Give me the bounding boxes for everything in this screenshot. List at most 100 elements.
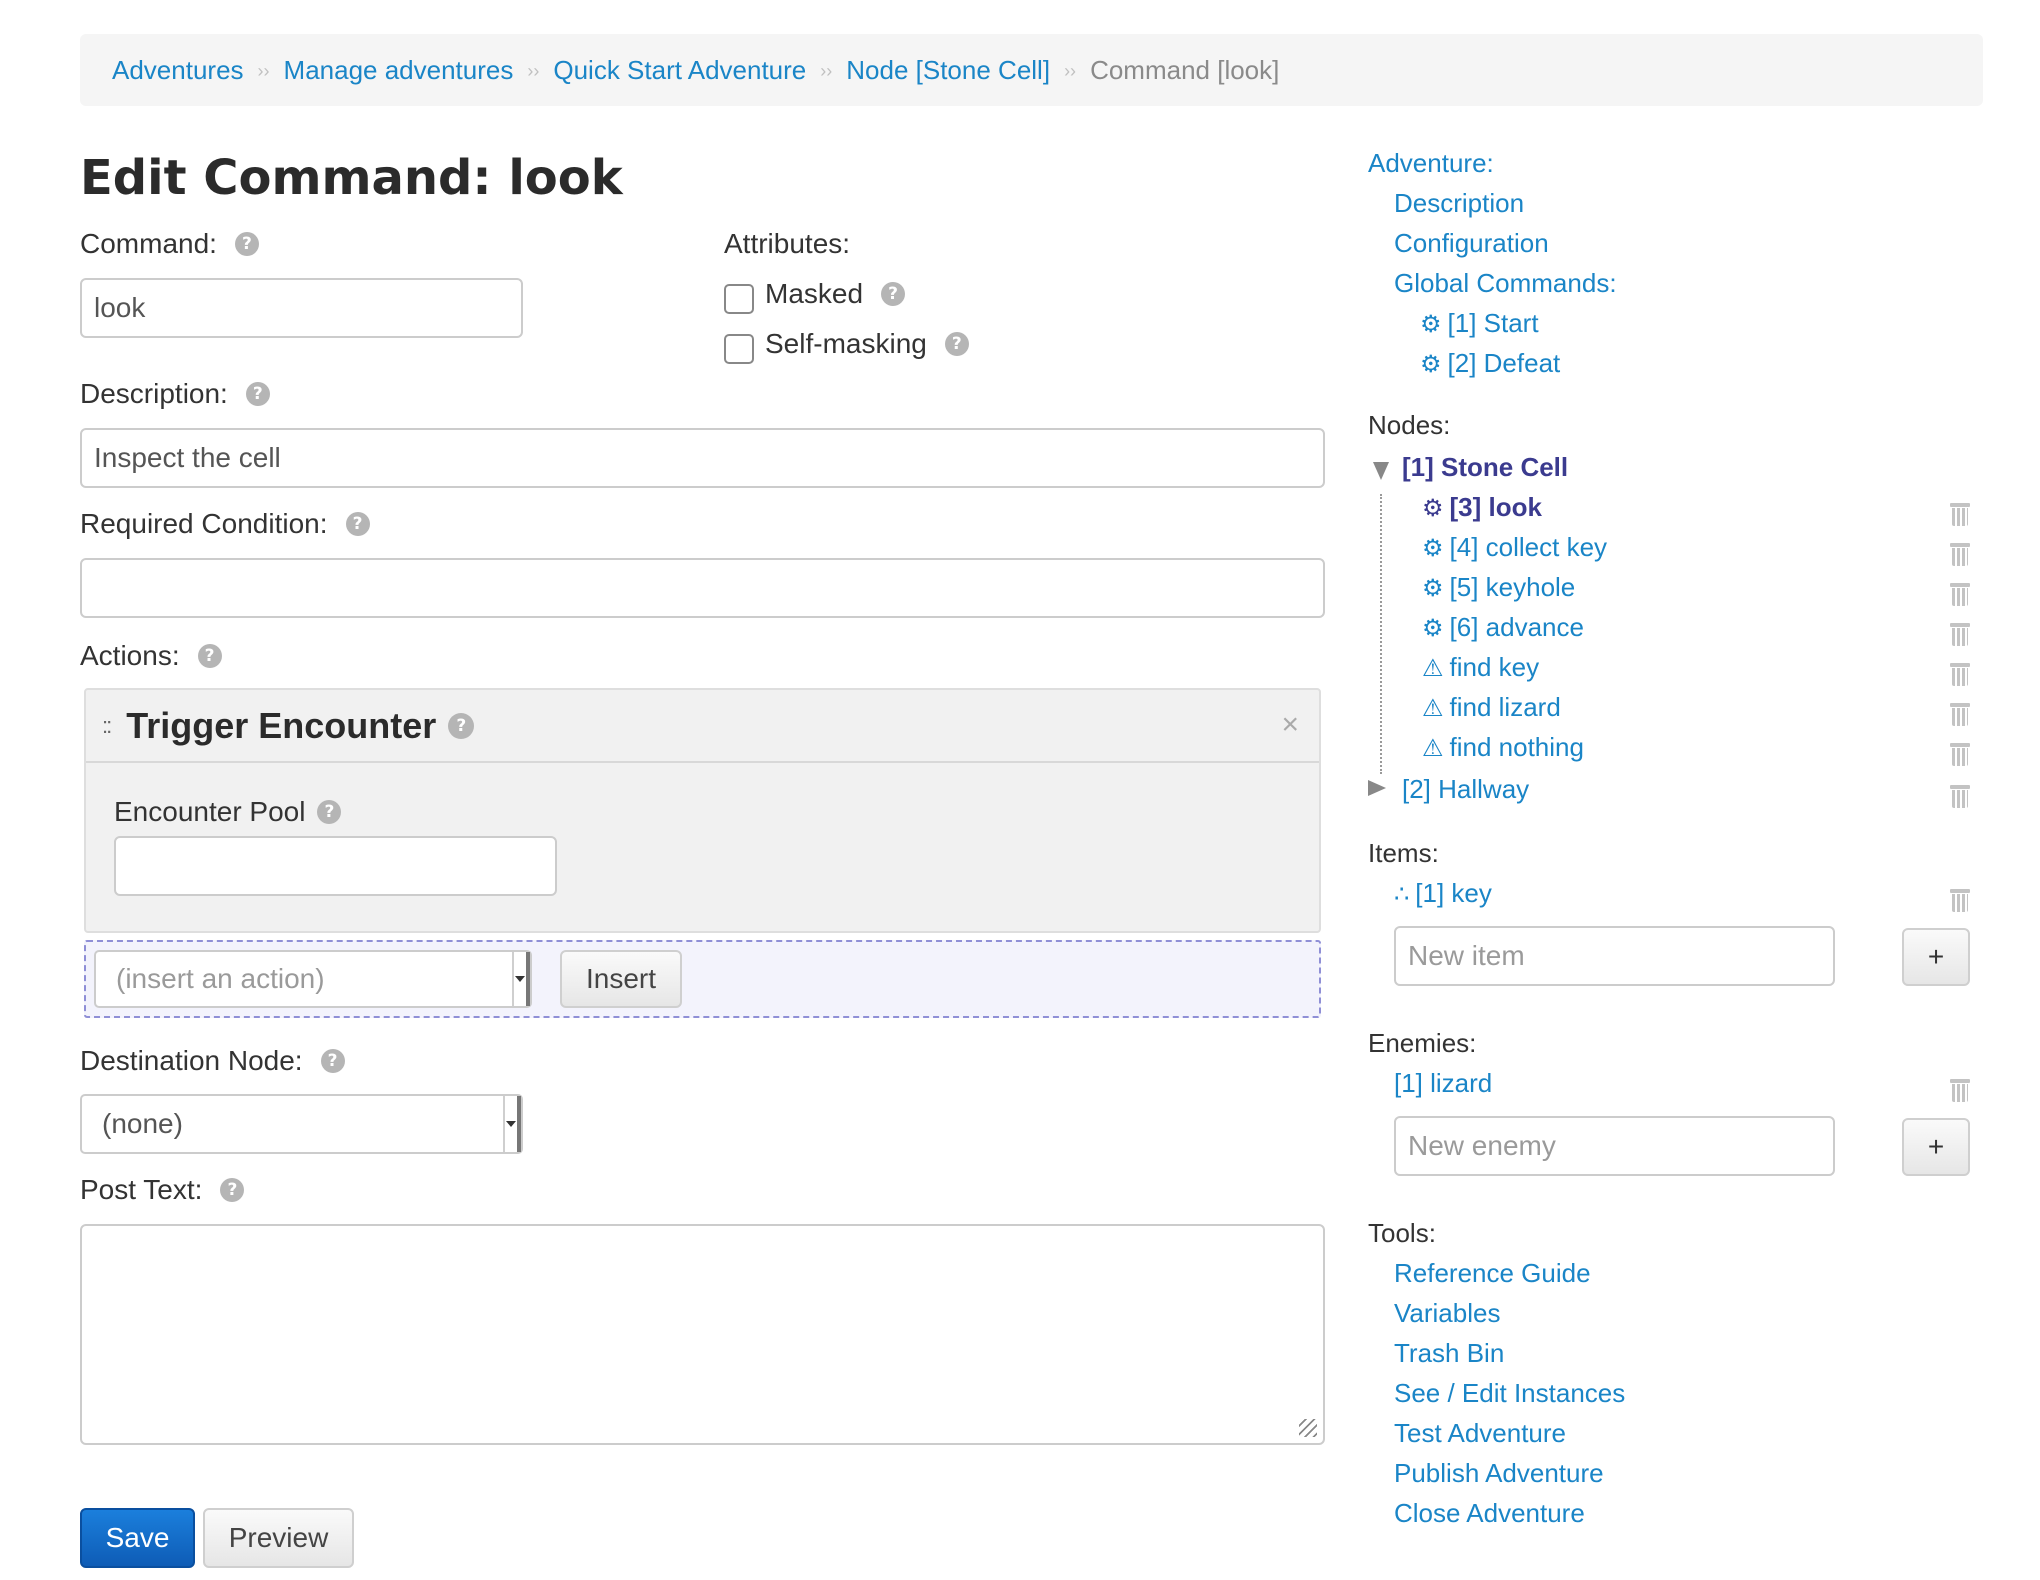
action-title: Trigger Encounter — [126, 704, 437, 746]
sidebar-warning-find-nothing[interactable]: ⚠ find nothing — [1422, 732, 1584, 763]
insert-action-select[interactable]: (insert an action) — [94, 950, 532, 1008]
trash-icon[interactable] — [1950, 540, 1970, 566]
save-button[interactable]: Save — [80, 1508, 195, 1568]
breadcrumb-manage-adventures[interactable]: Manage adventures — [284, 55, 514, 86]
breadcrumb-node[interactable]: Node [Stone Cell] — [846, 55, 1050, 86]
add-enemy-button[interactable]: + — [1902, 1118, 1970, 1176]
actions-label: Actions: ? — [80, 640, 222, 672]
sidebar-nodes-heading: Nodes: — [1368, 410, 1451, 440]
description-input[interactable]: Inspect the cell — [80, 428, 1325, 488]
trash-icon[interactable] — [1950, 886, 1970, 912]
new-enemy-input[interactable]: New enemy — [1394, 1116, 1835, 1176]
sidebar-enemies-heading: Enemies: — [1368, 1028, 1477, 1058]
page-title: Edit Command: look — [80, 150, 623, 206]
gear-icon: ⚙ — [1420, 311, 1442, 338]
gear-icon: ⚙ — [1422, 535, 1444, 562]
destination-node-select[interactable]: (none) — [80, 1094, 523, 1154]
drag-handle-icon[interactable]: :: — [102, 713, 112, 739]
breadcrumb-separator: ›› — [257, 60, 270, 81]
help-icon[interactable]: ? — [881, 282, 906, 306]
item-icon: ∴ — [1394, 881, 1410, 908]
masked-label: Masked ? — [765, 278, 906, 310]
sidebar-command-advance[interactable]: ⚙ [6] advance — [1422, 612, 1584, 643]
trash-icon[interactable] — [1950, 740, 1970, 766]
command-label: Command: ? — [80, 228, 259, 260]
required-condition-input[interactable] — [80, 558, 1325, 618]
chevron-down-icon — [503, 1096, 521, 1152]
sidebar-command-look[interactable]: ⚙ [3] look — [1422, 492, 1542, 523]
sidebar-node-hallway[interactable]: [2] Hallway — [1402, 774, 1529, 805]
sidebar-item-key[interactable]: ∴ [1] key — [1394, 878, 1492, 909]
new-item-input[interactable]: New item — [1394, 926, 1835, 986]
help-icon[interactable]: ? — [220, 1178, 245, 1202]
trash-icon[interactable] — [1950, 1076, 1970, 1102]
preview-button[interactable]: Preview — [203, 1508, 354, 1568]
gear-icon: ⚙ — [1422, 495, 1444, 522]
sidebar-tool-reference-guide[interactable]: Reference Guide — [1394, 1258, 1591, 1289]
trash-icon[interactable] — [1950, 700, 1970, 726]
post-text-label: Post Text: ? — [80, 1174, 245, 1206]
breadcrumb-separator: ›› — [820, 60, 833, 81]
warning-icon: ⚠ — [1422, 655, 1444, 682]
masked-checkbox[interactable] — [724, 284, 754, 314]
sidebar-command-collect-key[interactable]: ⚙ [4] collect key — [1422, 532, 1607, 563]
help-icon[interactable]: ? — [234, 232, 259, 256]
sidebar-global-command-defeat[interactable]: ⚙ [2] Defeat — [1420, 348, 1560, 379]
trash-icon[interactable] — [1950, 660, 1970, 686]
sidebar-global-commands-heading[interactable]: Global Commands: — [1394, 268, 1617, 299]
warning-icon: ⚠ — [1422, 695, 1444, 722]
action-trigger-encounter: :: Trigger Encounter ? × Encounter Pool … — [84, 688, 1321, 933]
chevron-down-icon — [512, 952, 530, 1006]
sidebar-global-command-start[interactable]: ⚙ [1] Start — [1420, 308, 1539, 339]
sidebar-items-heading: Items: — [1368, 838, 1439, 868]
gear-icon: ⚙ — [1420, 351, 1442, 378]
breadcrumb-separator: ›› — [527, 60, 540, 81]
self-masking-checkbox[interactable] — [724, 334, 754, 364]
help-icon[interactable]: ? — [345, 512, 370, 536]
help-icon[interactable]: ? — [197, 644, 222, 668]
sidebar-tool-trash-bin[interactable]: Trash Bin — [1394, 1338, 1504, 1369]
help-icon[interactable]: ? — [944, 332, 969, 356]
command-input[interactable]: look — [80, 278, 523, 338]
sidebar-link-description[interactable]: Description — [1394, 188, 1524, 219]
breadcrumb-adventures[interactable]: Adventures — [112, 55, 244, 86]
trash-icon[interactable] — [1950, 580, 1970, 606]
add-item-button[interactable]: + — [1902, 928, 1970, 986]
sidebar-node-stone-cell[interactable]: [1] Stone Cell — [1402, 452, 1568, 483]
warning-icon: ⚠ — [1422, 735, 1444, 762]
help-icon[interactable]: ? — [448, 712, 475, 739]
sidebar-tool-publish-adventure[interactable]: Publish Adventure — [1394, 1458, 1604, 1489]
sidebar-tool-close-adventure[interactable]: Close Adventure — [1394, 1498, 1585, 1529]
sidebar-command-keyhole[interactable]: ⚙ [5] keyhole — [1422, 572, 1575, 603]
sidebar-tool-test-adventure[interactable]: Test Adventure — [1394, 1418, 1566, 1449]
sidebar-link-configuration[interactable]: Configuration — [1394, 228, 1549, 259]
sidebar-tool-variables[interactable]: Variables — [1394, 1298, 1500, 1329]
required-condition-label: Required Condition: ? — [80, 508, 370, 540]
trash-icon[interactable] — [1950, 620, 1970, 646]
insert-button[interactable]: Insert — [560, 950, 682, 1008]
sidebar-tool-see-edit-instances[interactable]: See / Edit Instances — [1394, 1378, 1625, 1409]
caret-right-icon[interactable] — [1368, 780, 1386, 796]
breadcrumb-quick-start-adventure[interactable]: Quick Start Adventure — [553, 55, 806, 86]
encounter-pool-label: Encounter Pool ? — [114, 796, 342, 828]
gear-icon: ⚙ — [1422, 615, 1444, 642]
help-icon[interactable]: ? — [245, 382, 270, 406]
close-icon[interactable]: × — [1281, 708, 1299, 742]
help-icon[interactable]: ? — [320, 1049, 345, 1073]
help-icon[interactable]: ? — [317, 800, 342, 824]
tree-connector — [1380, 494, 1382, 774]
post-text-textarea[interactable] — [80, 1224, 1325, 1445]
attributes-label: Attributes: — [724, 228, 851, 259]
trash-icon[interactable] — [1950, 500, 1970, 526]
resize-handle-icon[interactable] — [1299, 1419, 1317, 1437]
self-masking-label: Self-masking ? — [765, 328, 969, 360]
sidebar-warning-find-key[interactable]: ⚠ find key — [1422, 652, 1539, 683]
sidebar-enemy-lizard[interactable]: [1] lizard — [1394, 1068, 1492, 1099]
caret-down-icon[interactable] — [1373, 462, 1389, 480]
sidebar-warning-find-lizard[interactable]: ⚠ find lizard — [1422, 692, 1561, 723]
encounter-pool-input[interactable] — [114, 836, 557, 896]
trash-icon[interactable] — [1950, 782, 1970, 808]
sidebar-adventure-heading[interactable]: Adventure: — [1368, 148, 1494, 179]
destination-node-label: Destination Node: ? — [80, 1045, 345, 1077]
breadcrumb-separator: ›› — [1064, 60, 1077, 81]
